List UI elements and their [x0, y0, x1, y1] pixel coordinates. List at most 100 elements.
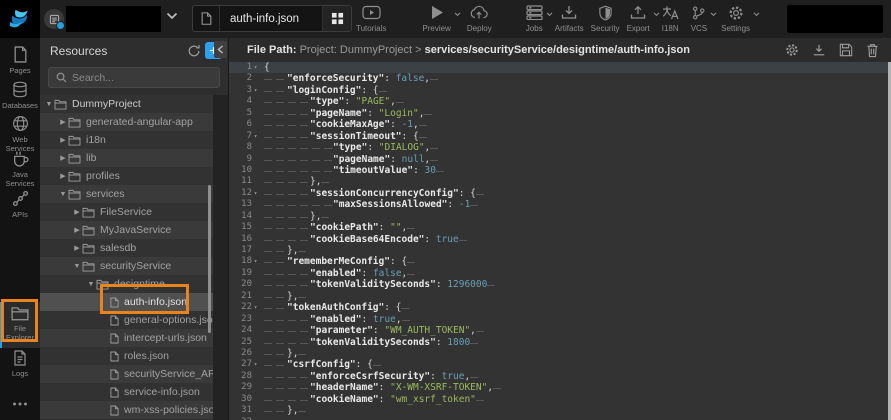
code-line-32[interactable]: 32 — [229, 417, 891, 420]
code-line-12[interactable]: 12▾"sessionConcurrencyConfig": { — [229, 188, 891, 199]
sidebar-item-javaservices[interactable]: Java Services — [0, 150, 40, 189]
tree-item-general-options-json[interactable]: general-options.json — [40, 311, 213, 329]
code-line-23[interactable]: 23"enabled": true, — [229, 314, 891, 325]
sidebar-item-fileexplorer[interactable]: File Explorer — [0, 302, 40, 348]
tree-item-profiles[interactable]: ▶profiles — [40, 167, 213, 185]
chevron-collapsed-icon[interactable]: ▶ — [58, 136, 68, 144]
code-line-7[interactable]: 7▾"sessionTimeout": { — [229, 131, 891, 142]
collapse-tree-button[interactable] — [214, 41, 227, 58]
code-line-1[interactable]: 1▾{ — [229, 62, 891, 73]
chevron-expanded-icon[interactable]: ▼ — [58, 191, 68, 198]
tree-item-fileservice[interactable]: ▶FileService — [40, 203, 213, 221]
fold-widget-icon[interactable]: ▾ — [252, 85, 259, 96]
menu-settings-button[interactable]: Settings — [721, 4, 750, 33]
tree-scrollbar-thumb[interactable] — [208, 185, 211, 333]
code-line-11[interactable]: 11}, — [229, 176, 891, 187]
menu-artifacts-button[interactable]: Artifacts — [555, 4, 584, 33]
menu-jobs-button[interactable]: Jobs — [526, 4, 543, 33]
gear-button[interactable] — [785, 43, 799, 57]
chevron-collapsed-icon[interactable]: ▶ — [58, 154, 68, 162]
download-button[interactable] — [812, 43, 826, 57]
code-line-6[interactable]: 6"cookieMaxAge": -1, — [229, 119, 891, 130]
menu-export-button[interactable]: Export — [627, 4, 650, 33]
chevron-collapsed-icon[interactable]: ▶ — [58, 172, 68, 180]
code-line-25[interactable]: 25"tokenValiditySeconds": 1800 — [229, 337, 891, 348]
tree-item-dummyproject[interactable]: ▼DummyProject — [40, 95, 213, 113]
open-file-tab[interactable]: auth-info.json — [192, 5, 352, 32]
code-line-19[interactable]: 19"enabled": false, — [229, 268, 891, 279]
code-line-17[interactable]: 17}, — [229, 245, 891, 256]
code-line-14[interactable]: 14}, — [229, 211, 891, 222]
fold-widget-icon[interactable]: ▾ — [252, 62, 259, 73]
tree-item-auth-info-json[interactable]: auth-info.json — [40, 293, 213, 311]
chevron-collapsed-icon[interactable]: ▶ — [72, 244, 82, 252]
chevron-expanded-icon[interactable]: ▼ — [72, 263, 82, 270]
code-line-18[interactable]: 18▾"rememberMeConfig": { — [229, 256, 891, 267]
fold-widget-icon[interactable]: ▾ — [252, 359, 259, 370]
sidebar-item-logs[interactable]: Logs — [0, 350, 40, 378]
code-line-21[interactable]: 21}, — [229, 291, 891, 302]
refresh-icon[interactable] — [186, 43, 202, 59]
code-line-5[interactable]: 5"pageName": "Login", — [229, 108, 891, 119]
tree-item-salesdb[interactable]: ▶salesdb — [40, 239, 213, 257]
tree-item-roles-json[interactable]: roles.json — [40, 347, 213, 365]
code-line-2[interactable]: 2"enforceSecurity": false, — [229, 73, 891, 84]
menu-security-button[interactable]: Security — [591, 4, 620, 33]
chevron-collapsed-icon[interactable]: ▶ — [72, 208, 82, 216]
wavemaker-logo-icon[interactable] — [0, 0, 40, 38]
code-line-16[interactable]: 16"cookieBase64Encode": true — [229, 234, 891, 245]
code-line-27[interactable]: 27▾"csrfConfig": { — [229, 359, 891, 370]
sidebar-item-apis[interactable]: APIs — [0, 190, 40, 219]
fold-widget-icon[interactable]: ▾ — [252, 131, 259, 142]
code-line-28[interactable]: 28"enforceCsrfSecurity": true, — [229, 371, 891, 382]
sidebar-item-pages[interactable]: Pages — [0, 46, 40, 75]
code-line-9[interactable]: 9"pageName": null, — [229, 154, 891, 165]
fold-widget-icon[interactable]: ▾ — [252, 302, 259, 313]
code-line-26[interactable]: 26}, — [229, 348, 891, 359]
save-button[interactable] — [839, 43, 853, 57]
code-line-22[interactable]: 22▾"tokenAuthConfig": { — [229, 302, 891, 313]
chevron-collapsed-icon[interactable]: ▶ — [58, 118, 68, 126]
fold-widget-icon[interactable]: ▾ — [252, 256, 259, 267]
menu-preview-button[interactable]: Preview — [422, 4, 450, 33]
tree-item-lib[interactable]: ▶lib — [40, 149, 213, 167]
sidebar-item-more[interactable] — [0, 402, 40, 406]
tree-item-service-info-json[interactable]: service-info.json — [40, 383, 213, 401]
code-line-31[interactable]: 31}, — [229, 405, 891, 416]
tree-item-wm-xss-policies-json[interactable]: wm-xss-policies.json — [40, 401, 213, 419]
code-line-8[interactable]: 8"type": "DIALOG", — [229, 142, 891, 153]
dashboard-grid-icon[interactable] — [322, 6, 351, 31]
code-line-3[interactable]: 3▾"loginConfig": { — [229, 85, 891, 96]
chevron-down-icon[interactable] — [166, 12, 178, 20]
project-avatar-icon[interactable] — [44, 9, 64, 29]
menu-i18n-button[interactable]: I18N — [662, 4, 679, 33]
search-input[interactable] — [72, 72, 219, 84]
sidebar-item-webservices[interactable]: Web Services — [0, 115, 40, 154]
code-editor[interactable]: 1▾{2"enforceSecurity": false,3▾"loginCon… — [228, 62, 891, 420]
tree-item-myjavaservice[interactable]: ▶MyJavaService — [40, 221, 213, 239]
code-line-15[interactable]: 15"cookiePath": "", — [229, 222, 891, 233]
code-line-4[interactable]: 4"type": "PAGE", — [229, 96, 891, 107]
tree-item-services[interactable]: ▼services — [40, 185, 213, 203]
menu-vcs-button[interactable]: VCS — [691, 4, 707, 33]
tree-item-securityservice-api-json[interactable]: securityService_API.json — [40, 365, 213, 383]
tree-scrollbar-track[interactable] — [213, 95, 228, 420]
code-line-24[interactable]: 24"parameter": "WM_AUTH_TOKEN", — [229, 325, 891, 336]
search-box[interactable] — [48, 67, 220, 88]
code-line-10[interactable]: 10"timeoutValue": 30 — [229, 165, 891, 176]
trash-button[interactable] — [866, 43, 879, 58]
tree-item-securityservice[interactable]: ▼securityService — [40, 257, 213, 275]
code-line-13[interactable]: 13"maxSessionsAllowed": -1 — [229, 199, 891, 210]
code-line-20[interactable]: 20"tokenValiditySeconds": 1296000 — [229, 279, 891, 290]
chevron-collapsed-icon[interactable]: ▶ — [72, 226, 82, 234]
tree-item-i18n[interactable]: ▶i18n — [40, 131, 213, 149]
tree-item-designtime[interactable]: ▼designtime — [40, 275, 213, 293]
fold-widget-icon[interactable]: ▾ — [252, 188, 259, 199]
code-line-30[interactable]: 30"cookieName": "wm_xsrf_token" — [229, 394, 891, 405]
chevron-expanded-icon[interactable]: ▼ — [44, 101, 54, 108]
code-line-29[interactable]: 29"headerName": "X-WM-XSRF-TOKEN", — [229, 382, 891, 393]
menu-tutorials-button[interactable]: Tutorials — [356, 4, 386, 33]
tree-item-generated-angular-app[interactable]: ▶generated-angular-app — [40, 113, 213, 131]
chevron-expanded-icon[interactable]: ▼ — [86, 281, 96, 288]
menu-deploy-button[interactable]: Deploy — [467, 4, 492, 33]
